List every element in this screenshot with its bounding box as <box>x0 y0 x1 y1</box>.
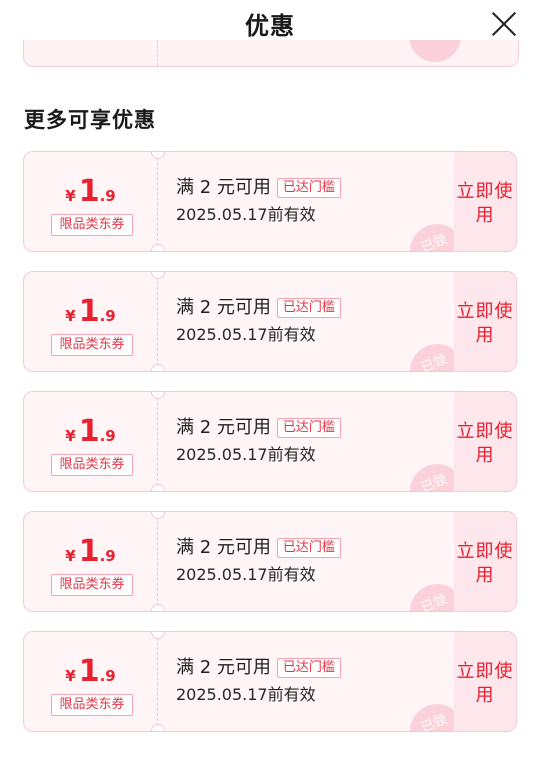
coupon-card: ¥1.9 限品类东券 满 2 元可用 已达门槛 2025.05.17前有效 已领 … <box>23 511 517 612</box>
coupon-notch <box>151 632 165 639</box>
coupon-card: ¥1.9 限品类东券 满 2 元可用 已达门槛 2025.05.17前有效 已领 … <box>23 271 517 372</box>
coupon-type-tag: 限品类东券 <box>51 574 133 596</box>
coupon-info: 满 2 元可用 已达门槛 2025.05.17前有效 <box>176 176 446 225</box>
use-now-label: 立即使用 <box>456 661 514 706</box>
currency-symbol: ¥ <box>65 427 76 445</box>
coupon-value-area: ¥1.9 限品类东券 <box>24 152 157 251</box>
threshold-reached-tag: 已达门槛 <box>276 418 341 438</box>
coupon-condition: 满 2 元可用 <box>176 177 271 198</box>
currency-symbol: ¥ <box>65 667 76 685</box>
coupon-card: ¥1.9 限品类东券 满 2 元可用 已达门槛 2025.05.17前有效 已领 … <box>23 151 517 252</box>
coupon-info: 满 2 元可用 已达门槛 2025.05.17前有效 <box>176 536 446 585</box>
coupon-notch <box>151 512 165 519</box>
coupon-type-tag: 限品类东券 <box>51 214 133 236</box>
coupon-info: 满 2 元可用 已达门槛 2025.05.17前有效 <box>176 416 446 465</box>
coupon-condition-row: 满 2 元可用 已达门槛 <box>176 416 446 440</box>
coupon-notch <box>151 244 165 251</box>
amount-integer: 1 <box>78 414 100 449</box>
currency-symbol: ¥ <box>65 547 76 565</box>
coupon-expiry: 2025.05.17前有效 <box>176 445 316 464</box>
coupon-condition: 满 2 元可用 <box>176 657 271 678</box>
coupon-expiry: 2025.05.17前有效 <box>176 325 316 344</box>
amount-decimal: .9 <box>99 427 116 445</box>
coupon-expiry: 2025.05.17前有效 <box>176 565 316 584</box>
amount-integer: 1 <box>78 294 100 329</box>
coupon-type-tag: 限品类东券 <box>51 334 133 356</box>
section-title: 更多可享优惠 <box>24 108 156 132</box>
use-now-button[interactable]: 立即使用 <box>454 392 516 491</box>
coupon-value-area: ¥1.9 限品类东券 <box>24 392 157 491</box>
amount-integer: 1 <box>78 534 100 569</box>
coupon-condition: 满 2 元可用 <box>176 417 271 438</box>
coupon-divider <box>157 512 158 611</box>
coupon-amount: ¥1.9 <box>24 654 157 689</box>
coupon-info: 满 2 元可用 已达门槛 2025.05.17前有效 <box>176 656 446 705</box>
coupon-notch <box>151 152 165 159</box>
amount-decimal: .9 <box>99 307 116 325</box>
coupon-notch <box>151 484 165 491</box>
coupon-info: 满 2 元可用 已达门槛 2025.05.17前有效 <box>176 296 446 345</box>
coupon-divider <box>157 272 158 371</box>
coupon-card: ¥1.9 限品类东券 满 2 元可用 已达门槛 2025.05.17前有效 已领 … <box>23 631 517 732</box>
coupon-condition-row: 满 2 元可用 已达门槛 <box>176 296 446 320</box>
coupon-value-area: ¥1.9 限品类东券 <box>24 632 157 731</box>
coupon-condition-row: 满 2 元可用 已达门槛 <box>176 176 446 200</box>
use-now-label: 立即使用 <box>456 301 514 346</box>
coupon-condition-row: 满 2 元可用 已达门槛 <box>176 536 446 560</box>
coupon-notch <box>151 724 165 731</box>
amount-decimal: .9 <box>99 187 116 205</box>
use-now-label: 立即使用 <box>456 181 514 226</box>
coupon-card: ¥1.9 限品类东券 满 2 元可用 已达门槛 2025.05.17前有效 已领 … <box>23 391 517 492</box>
amount-integer: 1 <box>78 654 100 689</box>
coupon-divider <box>157 152 158 251</box>
coupon-notch <box>151 604 165 611</box>
coupon-notch <box>151 392 165 399</box>
currency-symbol: ¥ <box>65 307 76 325</box>
amount-decimal: .9 <box>99 547 116 565</box>
coupon-amount: ¥1.9 <box>24 414 157 449</box>
threshold-reached-tag: 已达门槛 <box>276 298 341 318</box>
coupon-condition: 满 2 元可用 <box>176 537 271 558</box>
threshold-reached-tag: 已达门槛 <box>276 658 341 678</box>
coupon-expiry: 2025.05.17前有效 <box>176 685 316 704</box>
coupon-value-area: ¥1.9 限品类东券 <box>24 512 157 611</box>
coupon-amount: ¥1.9 <box>24 174 157 209</box>
use-now-label: 立即使用 <box>456 541 514 586</box>
received-stamp <box>409 40 461 62</box>
amount-integer: 1 <box>78 174 100 209</box>
currency-symbol: ¥ <box>65 187 76 205</box>
threshold-reached-tag: 已达门槛 <box>276 538 341 558</box>
coupon-divider <box>157 392 158 491</box>
sheet-title: 优惠 <box>245 12 295 40</box>
coupon-amount: ¥1.9 <box>24 534 157 569</box>
coupon-condition-row: 满 2 元可用 已达门槛 <box>176 656 446 680</box>
close-icon[interactable] <box>490 10 518 38</box>
coupon-notch <box>151 272 165 279</box>
threshold-reached-tag: 已达门槛 <box>276 178 341 198</box>
use-now-button[interactable]: 立即使用 <box>454 272 516 371</box>
use-now-button[interactable]: 立即使用 <box>454 632 516 731</box>
coupon-divider <box>157 40 158 66</box>
coupon-value-area: ¥1.9 限品类东券 <box>24 272 157 371</box>
coupon-notch <box>151 364 165 371</box>
use-now-button[interactable]: 立即使用 <box>454 512 516 611</box>
coupon-amount: ¥1.9 <box>24 294 157 329</box>
amount-decimal: .9 <box>99 667 116 685</box>
coupon-condition: 满 2 元可用 <box>176 297 271 318</box>
use-now-label: 立即使用 <box>456 421 514 466</box>
coupon-list: ¥1.9 限品类东券 满 2 元可用 已达门槛 2025.05.17前有效 已领 … <box>23 151 517 751</box>
coupon-expiry: 2025.05.17前有效 <box>176 205 316 224</box>
coupon-type-tag: 限品类东券 <box>51 694 133 716</box>
coupon-card-peek <box>23 40 519 67</box>
use-now-button[interactable]: 立即使用 <box>454 152 516 251</box>
coupon-type-tag: 限品类东券 <box>51 454 133 476</box>
coupon-divider <box>157 632 158 731</box>
